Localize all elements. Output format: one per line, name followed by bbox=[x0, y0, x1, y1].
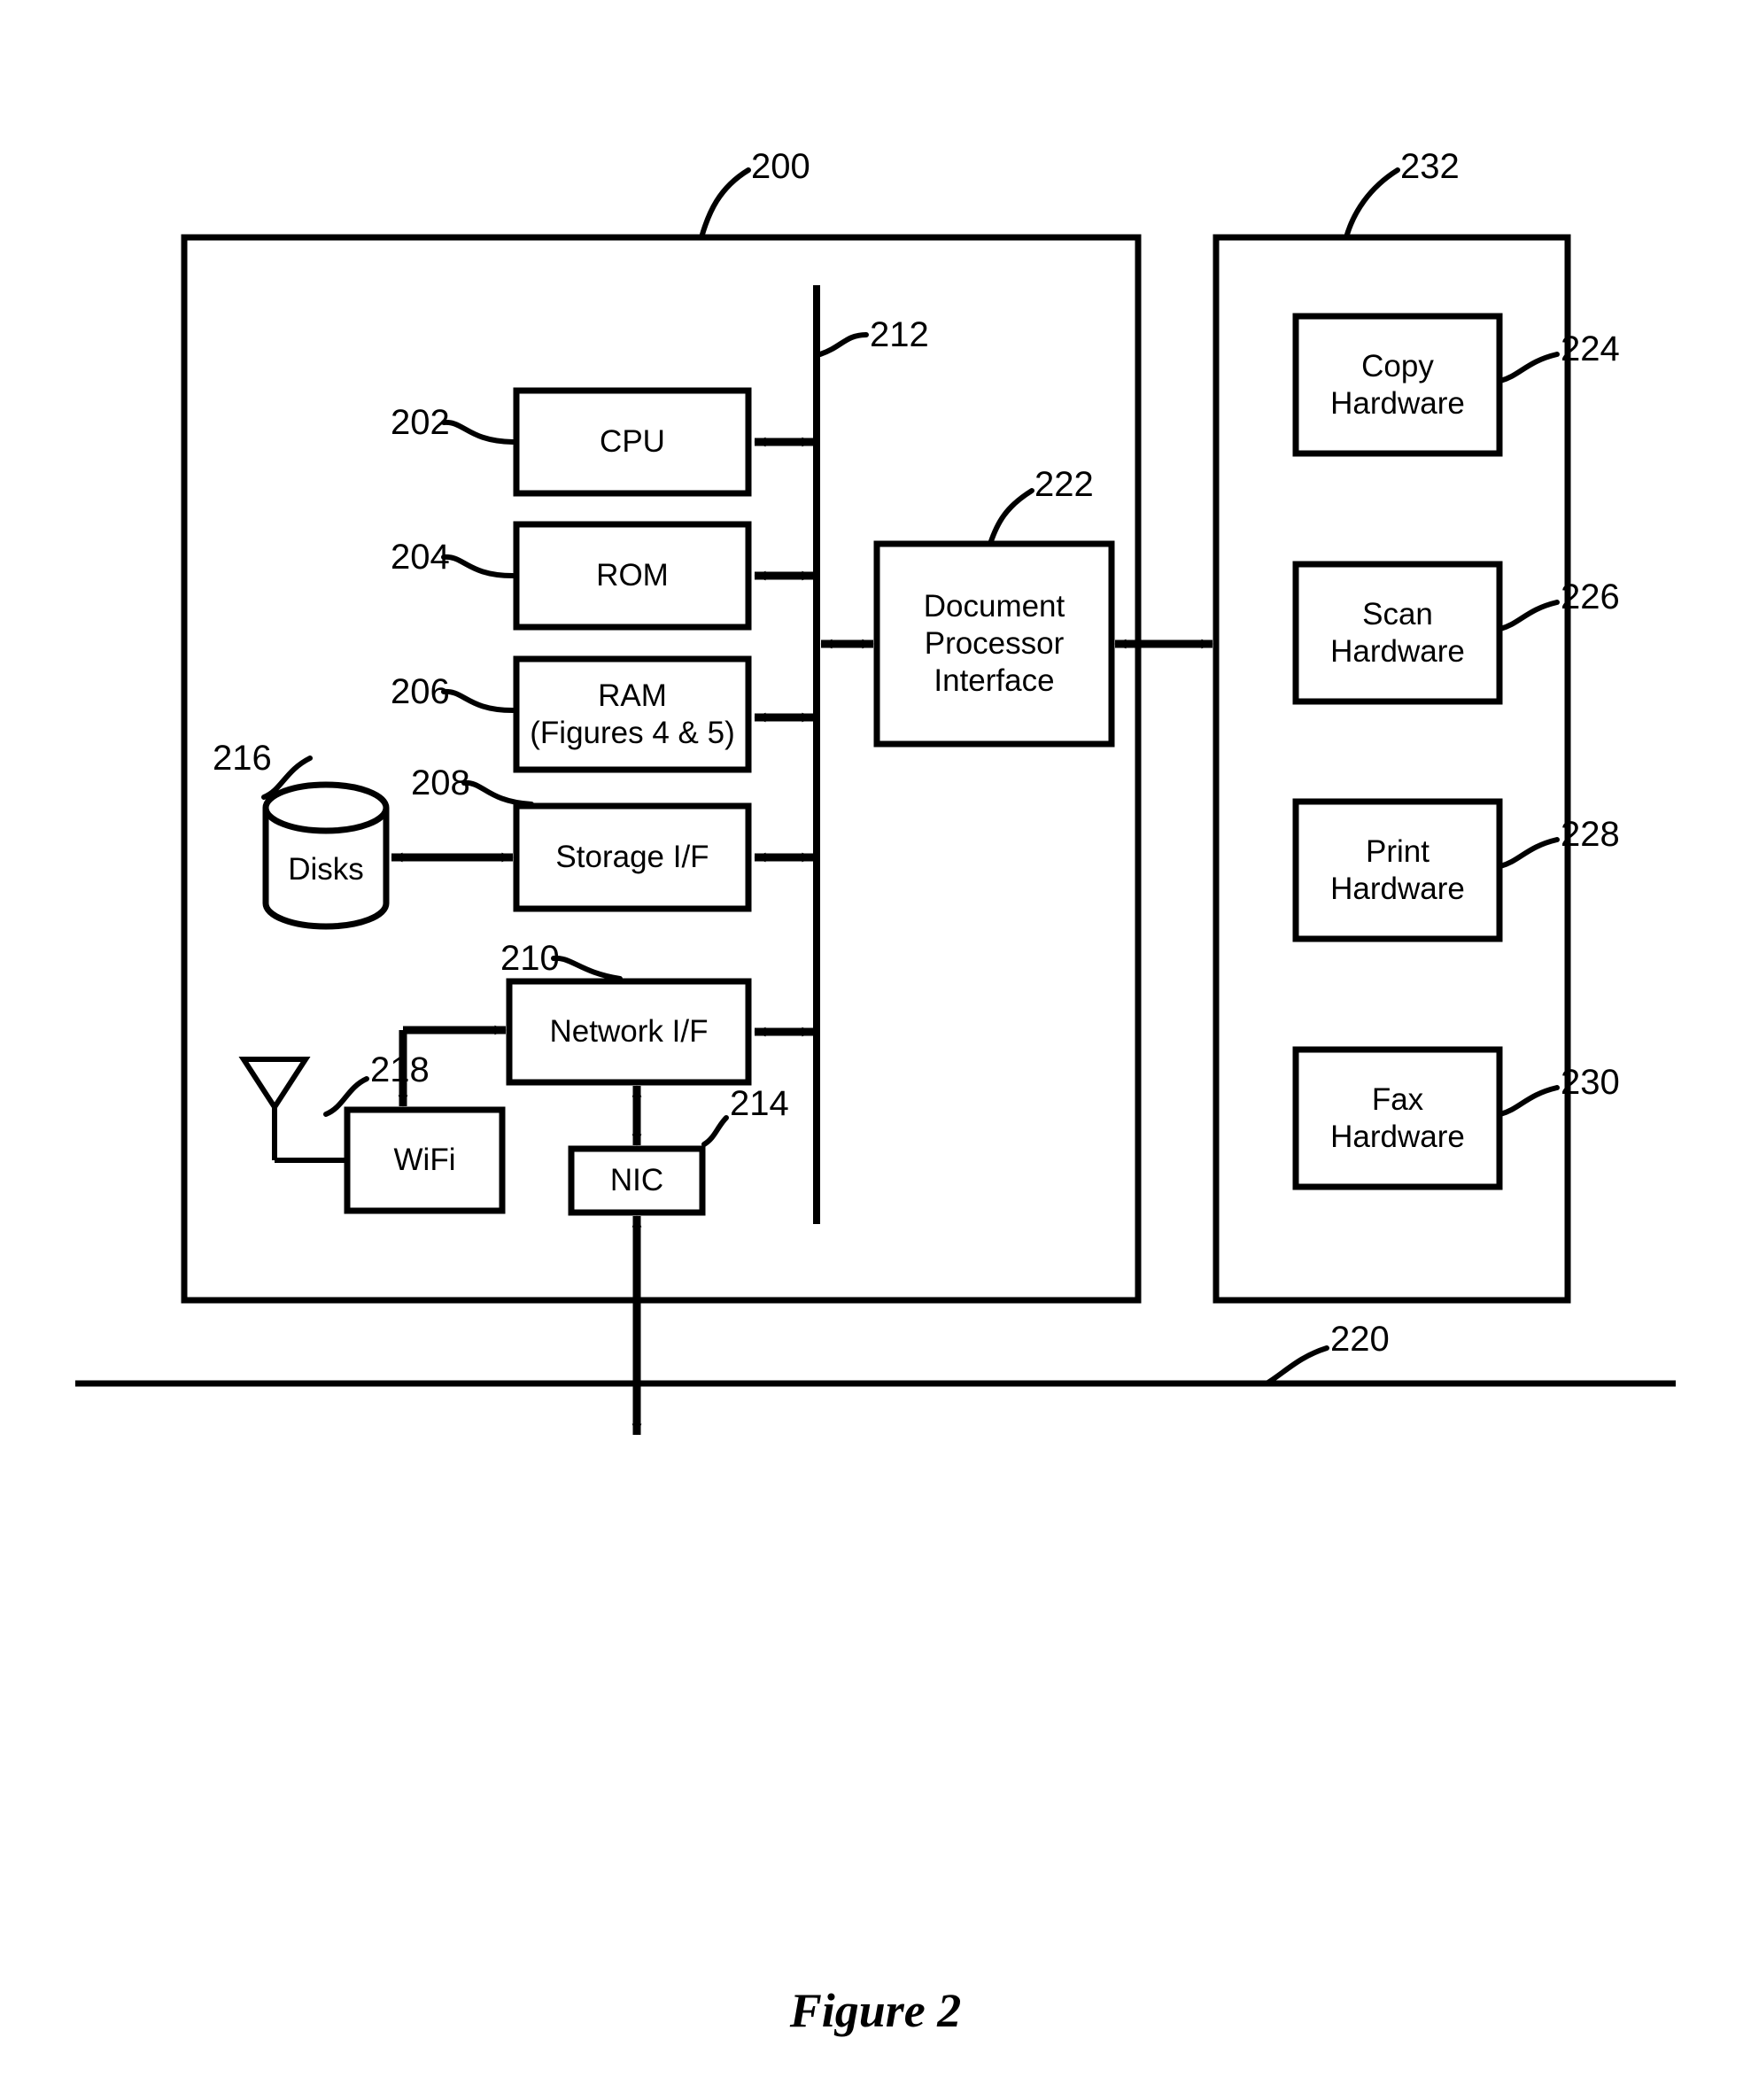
print-hardware-label: Print Hardware bbox=[1296, 802, 1499, 939]
leader-210 bbox=[551, 955, 623, 981]
leader-214 bbox=[701, 1115, 729, 1147]
ref-numeral-220: 220 bbox=[1330, 1320, 1390, 1359]
storage-if-label-text: Storage I/F bbox=[555, 840, 709, 874]
leader-212 bbox=[817, 332, 869, 357]
scan-hardware-label-line2: Hardware bbox=[1330, 633, 1465, 669]
leader-226 bbox=[1498, 600, 1560, 632]
storage-if-label: Storage I/F bbox=[516, 806, 748, 909]
print-hardware-label-line2: Hardware bbox=[1330, 871, 1465, 906]
leader-200 bbox=[699, 167, 751, 240]
wifi-label-text: WiFi bbox=[393, 1143, 456, 1177]
ref-numeral-226: 226 bbox=[1561, 577, 1620, 616]
network-if-label: Network I/F bbox=[509, 981, 748, 1082]
ref-numeral-214: 214 bbox=[730, 1084, 789, 1123]
disks-cylinder-top bbox=[262, 781, 390, 834]
disks-label-text: Disks bbox=[288, 852, 364, 887]
leader-230 bbox=[1498, 1085, 1560, 1117]
ram-figures-note: (Figures 4 & 5) bbox=[530, 715, 735, 750]
figure-caption: Figure 2 bbox=[789, 1984, 962, 2037]
wifi-label: WiFi bbox=[347, 1110, 502, 1211]
leader-232 bbox=[1344, 167, 1400, 240]
patent-figure-2: CPU ROM RAM (Figures 4 & 5) Storage I/F … bbox=[0, 0, 1751, 2100]
leader-220 bbox=[1264, 1345, 1329, 1386]
ref-numeral-228: 228 bbox=[1561, 815, 1620, 854]
fax-hardware-label: Fax Hardware bbox=[1296, 1050, 1499, 1187]
ref-numeral-232: 232 bbox=[1400, 147, 1460, 186]
scan-hardware-label-line1: Scan bbox=[1362, 596, 1433, 632]
ref-numeral-204: 204 bbox=[391, 538, 450, 577]
ram-label-text: RAM bbox=[598, 678, 667, 713]
ref-numeral-200: 200 bbox=[751, 147, 810, 186]
dpi-label-line2: Processor bbox=[924, 626, 1065, 661]
ref-numeral-216: 216 bbox=[213, 739, 272, 778]
antenna-shape bbox=[238, 1057, 311, 1112]
nic-label-text: NIC bbox=[609, 1163, 664, 1197]
fax-hardware-label-line2: Hardware bbox=[1330, 1119, 1465, 1154]
ref-numeral-222: 222 bbox=[1034, 465, 1094, 504]
leader-224 bbox=[1498, 352, 1560, 384]
copy-hardware-label-line2: Hardware bbox=[1330, 385, 1465, 421]
ref-numeral-208: 208 bbox=[411, 763, 470, 802]
leader-202 bbox=[441, 419, 515, 445]
ref-numeral-202: 202 bbox=[391, 403, 450, 442]
leader-204 bbox=[441, 554, 515, 578]
disks-label: Disks bbox=[266, 836, 386, 903]
print-hardware-label-line1: Print bbox=[1366, 833, 1429, 869]
cpu-label-text: CPU bbox=[600, 424, 665, 459]
ref-numeral-218: 218 bbox=[370, 1050, 430, 1089]
ref-numeral-212: 212 bbox=[870, 315, 929, 354]
dpi-label-line1: Document bbox=[923, 589, 1065, 624]
rom-label: ROM bbox=[516, 524, 748, 627]
leader-208 bbox=[461, 779, 534, 807]
ref-numeral-206: 206 bbox=[391, 672, 450, 711]
leader-206 bbox=[441, 688, 515, 713]
document-processor-interface-label: Document Processor Interface bbox=[877, 544, 1112, 744]
rom-label-text: ROM bbox=[596, 558, 669, 593]
ref-numeral-210: 210 bbox=[500, 939, 560, 978]
fax-hardware-label-line1: Fax bbox=[1371, 1081, 1424, 1117]
copy-hardware-label: Copy Hardware bbox=[1296, 316, 1499, 453]
network-if-label-text: Network I/F bbox=[549, 1014, 709, 1049]
cpu-label: CPU bbox=[516, 391, 748, 493]
ref-numeral-224: 224 bbox=[1561, 329, 1620, 368]
copy-hardware-label-line1: Copy bbox=[1361, 348, 1434, 384]
leader-222 bbox=[988, 488, 1034, 546]
ram-label: RAM (Figures 4 & 5) bbox=[516, 659, 748, 770]
leader-228 bbox=[1498, 837, 1560, 869]
ref-numeral-230: 230 bbox=[1561, 1063, 1620, 1102]
scan-hardware-label: Scan Hardware bbox=[1296, 564, 1499, 701]
nic-label: NIC bbox=[571, 1149, 702, 1213]
dpi-label-line3: Interface bbox=[934, 663, 1055, 698]
